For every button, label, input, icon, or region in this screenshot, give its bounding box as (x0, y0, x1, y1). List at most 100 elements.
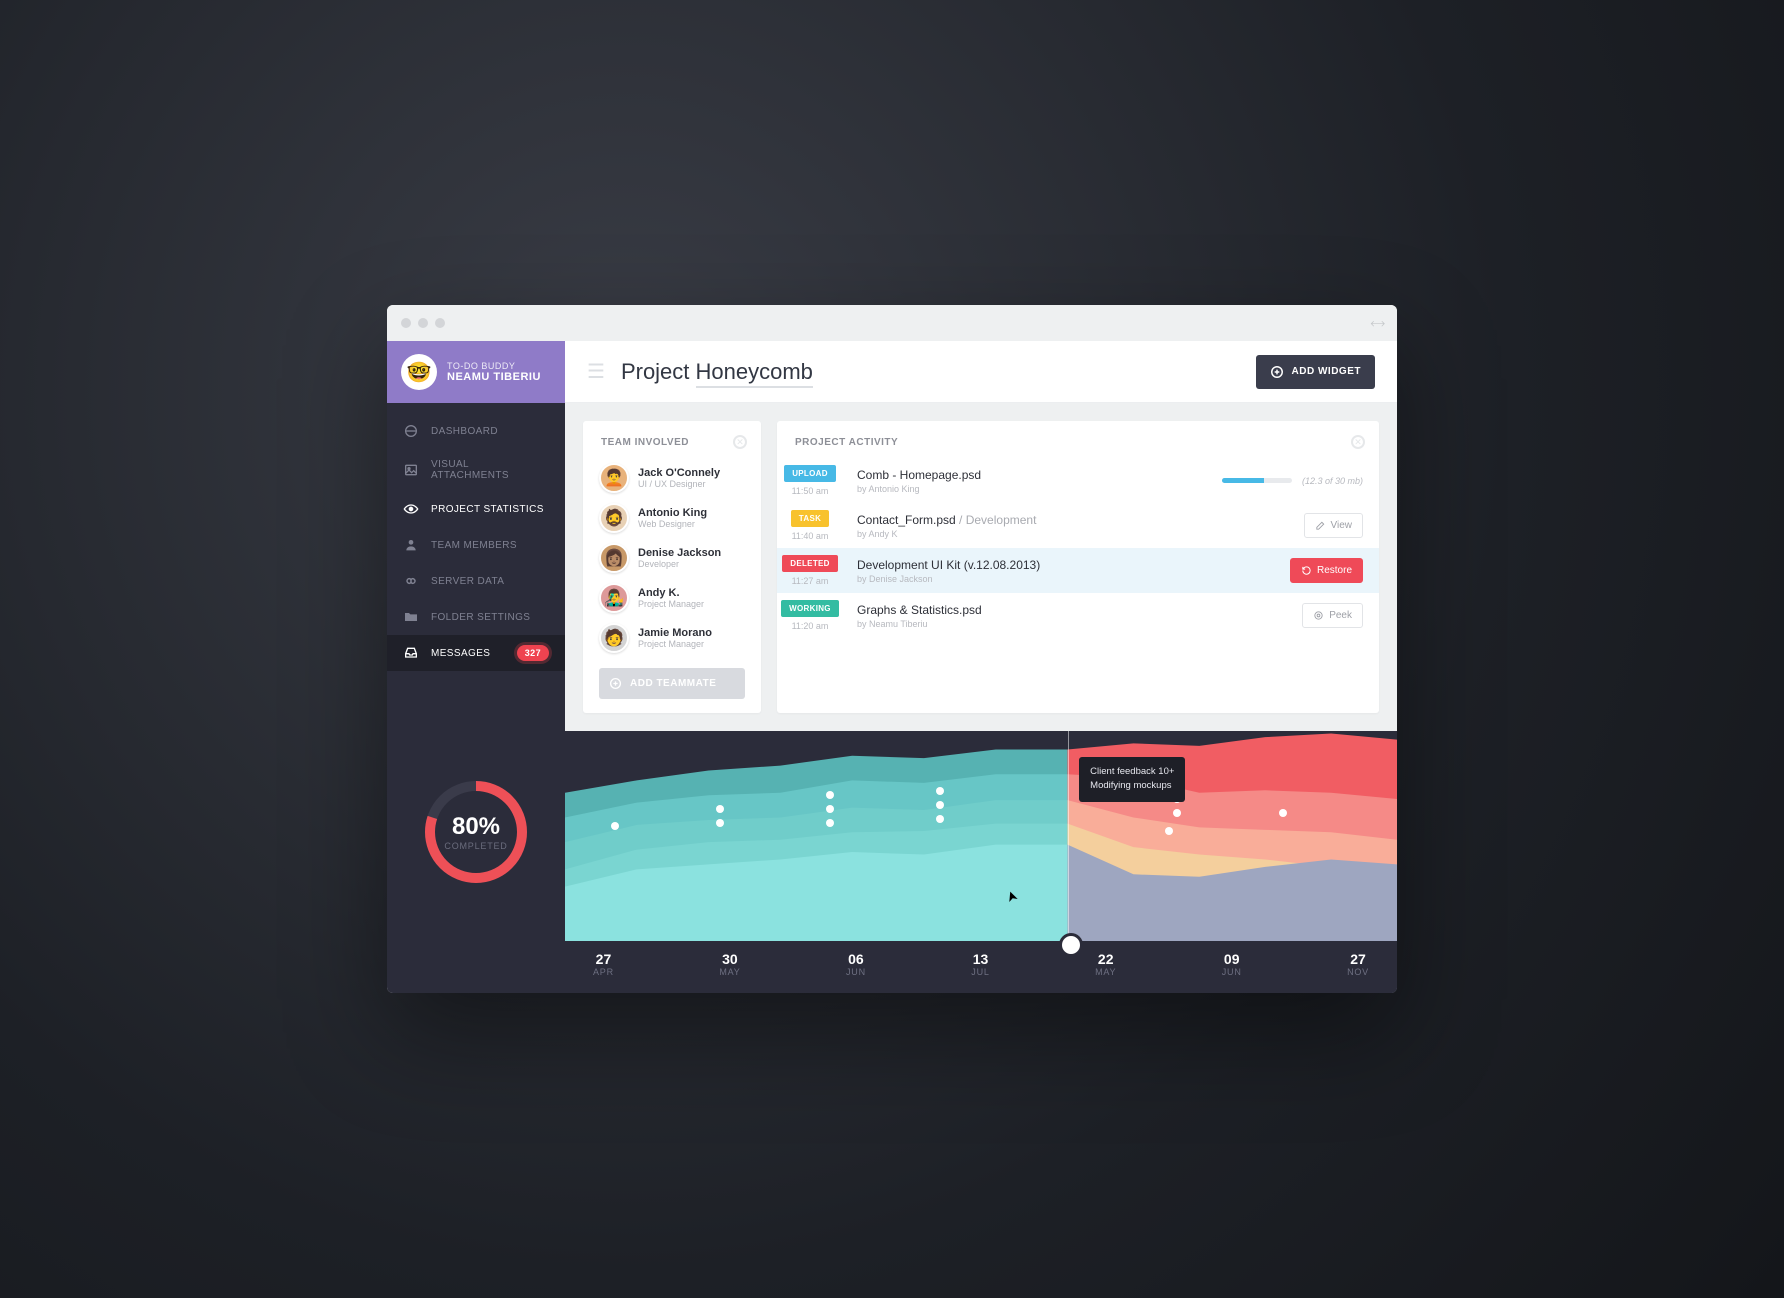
activity-title: Comb - Homepage.psd (857, 468, 1208, 482)
teammate-role: Web Designer (638, 519, 707, 529)
expand-icon[interactable]: ⤢ (1367, 313, 1387, 333)
page-title: Project Honeycomb (621, 359, 813, 385)
profile-block[interactable]: 🤓 TO-DO BUDDY NEAMU TIBERIU (387, 341, 565, 403)
activity-time: 11:40 am (792, 531, 829, 541)
activity-time: 11:20 am (792, 621, 829, 631)
teammate-role: Project Manager (638, 599, 704, 609)
completion-label: COMPLETED (444, 841, 507, 851)
upload-progress (1222, 478, 1292, 483)
activity-row: TASK11:40 amContact_Form.psd / Developme… (777, 503, 1379, 548)
team-card: ✕ TEAM INVOLVED 🧑‍🦱Jack O'ConnelyUI / UX… (583, 421, 761, 713)
main-content: ☰ Project Honeycomb ADD WIDGET ✕ TEAM IN… (565, 341, 1397, 993)
restore-button[interactable]: Restore (1290, 558, 1363, 583)
activity-author: by Andy K (857, 529, 1290, 539)
timeline-marker[interactable] (1068, 731, 1069, 949)
activity-heading: PROJECT ACTIVITY (777, 421, 1379, 458)
activity-tag: UPLOAD (784, 465, 836, 482)
teammate-name: Andy K. (638, 587, 704, 599)
nav-team-members[interactable]: TEAM MEMBERS (387, 527, 565, 563)
user-name: NEAMU TIBERIU (447, 371, 541, 383)
messages-badge: 327 (517, 645, 549, 661)
timeline-tick[interactable]: 27NOV (1347, 951, 1369, 977)
add-teammate-button[interactable]: ADD TEAMMATE (599, 668, 745, 699)
teammate-avatar: 🧑‍🦱 (599, 463, 629, 493)
peek-button[interactable]: Peek (1302, 603, 1363, 628)
tick-day: 27 (593, 951, 614, 967)
close-icon[interactable]: ✕ (733, 435, 747, 449)
window-titlebar: ⤢ (387, 305, 1397, 341)
chart-tooltip: Client feedback 10+ Modifying mockups (1079, 757, 1185, 802)
close-icon[interactable]: ✕ (1351, 435, 1365, 449)
image-icon (403, 462, 419, 478)
teammate-avatar: 🧑 (599, 623, 629, 653)
nav-label: TEAM MEMBERS (431, 540, 517, 551)
tick-day: 27 (1347, 951, 1369, 967)
activity-time: 11:27 am (792, 576, 829, 586)
plus-circle-icon (1270, 365, 1284, 379)
teammate-role: UI / UX Designer (638, 479, 720, 489)
timeline-tick[interactable]: 30MAY (719, 951, 740, 977)
tick-month: NOV (1347, 967, 1369, 977)
tick-month: JUN (1222, 967, 1242, 977)
teammate-row[interactable]: 🧑 Jamie MoranoProject Manager (583, 618, 761, 658)
activity-tag: DELETED (782, 555, 837, 572)
timeline-tick[interactable]: 22MAY (1095, 951, 1116, 977)
tick-month: APR (593, 967, 614, 977)
teammate-row[interactable]: 👩🏽Denise JacksonDeveloper (583, 538, 761, 578)
nav-label: VISUAL ATTACHMENTS (431, 459, 549, 481)
teammate-row[interactable]: 🧔Antonio KingWeb Designer (583, 498, 761, 538)
nav-label: DASHBOARD (431, 426, 498, 437)
user-avatar: 🤓 (401, 354, 437, 390)
activity-title: Development UI Kit (v.12.08.2013) (857, 558, 1276, 572)
timeline-chart[interactable]: Client feedback 10+ Modifying mockups ➤ … (565, 731, 1397, 993)
nav-server-data[interactable]: SERVER DATA (387, 563, 565, 599)
timeline-axis: 27APR30MAY06JUN13JUL22MAY09JUN27NOV (565, 941, 1397, 993)
activity-author: by Denise Jackson (857, 574, 1276, 584)
teammate-name: Antonio King (638, 507, 707, 519)
activity-row: DELETED 11:27 am Development UI Kit (v.12.… (777, 548, 1379, 593)
activity-time: 11:50 am (792, 486, 829, 496)
teammate-row[interactable]: 🧑‍🦱 Jack O'ConnelyUI / UX Designer (583, 458, 761, 498)
traffic-lights[interactable] (401, 318, 445, 328)
nav-visual-attachments[interactable]: VISUAL ATTACHMENTS (387, 449, 565, 491)
teammate-role: Project Manager (638, 639, 712, 649)
infinity-icon (403, 573, 419, 589)
activity-title: Graphs & Statistics.psd (857, 603, 1288, 617)
teammate-avatar: 👩🏽 (599, 543, 629, 573)
view-button[interactable]: View (1304, 513, 1364, 538)
completion-percent: 80% (452, 813, 500, 841)
sidebar: 🤓 TO-DO BUDDY NEAMU TIBERIU DASHBOARD VIS… (387, 341, 565, 993)
completion-widget: 80% COMPLETED (387, 681, 565, 993)
add-widget-button[interactable]: ADD WIDGET (1256, 355, 1375, 389)
eye-icon (403, 501, 419, 517)
timeline-tick[interactable]: 06JUN (846, 951, 866, 977)
activity-title: Contact_Form.psd / Development (857, 513, 1290, 527)
topbar: ☰ Project Honeycomb ADD WIDGET (565, 341, 1397, 403)
teammate-row[interactable]: 👨‍🎤 Andy K.Project Manager (583, 578, 761, 618)
tick-day: 09 (1222, 951, 1242, 967)
nav-project-statistics[interactable]: PROJECT STATISTICS (387, 491, 565, 527)
activity-card: ✕ PROJECT ACTIVITY UPLOAD 11:50 am Comb - … (777, 421, 1379, 713)
nav-label: FOLDER SETTINGS (431, 612, 530, 623)
teammate-name: Jamie Morano (638, 627, 712, 639)
timeline-tick[interactable]: 27APR (593, 951, 614, 977)
activity-tag: WORKING (781, 600, 839, 617)
teammate-name: Jack O'Connely (638, 467, 720, 479)
menu-icon[interactable]: ☰ (587, 359, 605, 384)
nav-folder-settings[interactable]: FOLDER SETTINGS (387, 599, 565, 635)
sidebar-nav: DASHBOARD VISUAL ATTACHMENTS PROJECT STATI… (387, 403, 565, 681)
timeline-tick[interactable]: 09JUN (1222, 951, 1242, 977)
tick-month: MAY (719, 967, 740, 977)
tick-month: JUN (846, 967, 866, 977)
tick-day: 13 (971, 951, 989, 967)
plus-circle-icon (609, 677, 622, 690)
app-window: ⤢ 🤓 TO-DO BUDDY NEAMU TIBERIU DASHBOARD V… (387, 305, 1397, 993)
timeline-tick[interactable]: 13JUL (971, 951, 989, 977)
nav-messages[interactable]: MESSAGES327 (387, 635, 565, 671)
teammate-avatar: 👨‍🎤 (599, 583, 629, 613)
tick-day: 22 (1095, 951, 1116, 967)
app-name: TO-DO BUDDY (447, 361, 541, 371)
tick-day: 30 (719, 951, 740, 967)
nav-dashboard[interactable]: DASHBOARD (387, 413, 565, 449)
activity-author: by Antonio King (857, 484, 1208, 494)
